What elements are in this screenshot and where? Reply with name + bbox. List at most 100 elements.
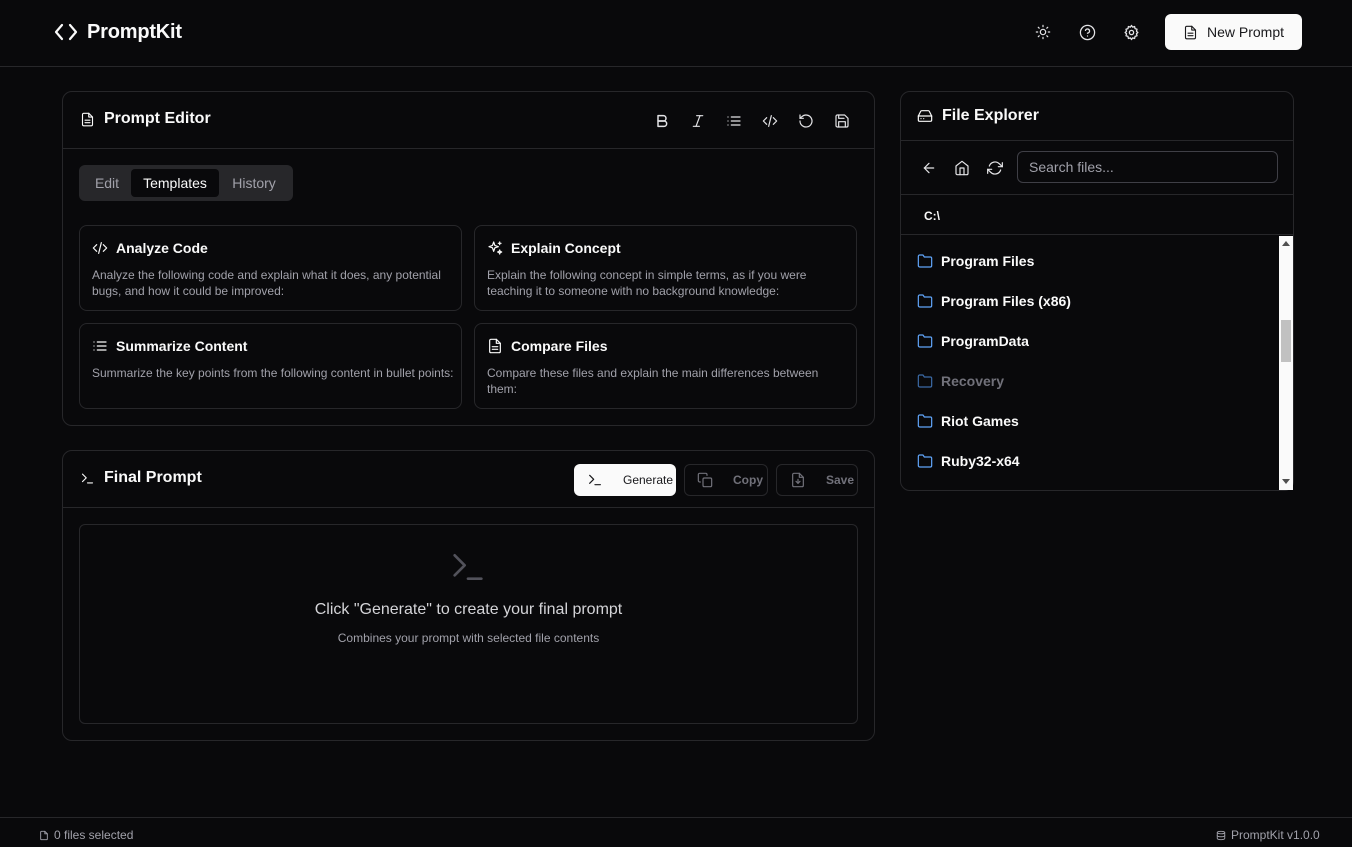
template-card-summarize-content[interactable]: Summarize Content Summarize the key poin…: [79, 323, 462, 409]
new-prompt-label: New Prompt: [1206, 24, 1285, 40]
final-prompt-title: Final Prompt: [80, 469, 202, 487]
generate-label: Generate: [623, 473, 674, 487]
scroll-down-arrow[interactable]: [1282, 479, 1290, 484]
folder-item[interactable]: Riot Games: [917, 409, 1019, 433]
template-title-text: Analyze Code: [116, 240, 208, 256]
template-card-analyze-code[interactable]: Analyze Code Analyze the following code …: [79, 225, 462, 311]
folder-name: Recovery: [941, 373, 1005, 389]
folder-name: Program Files: [941, 253, 1035, 269]
file-explorer-header: File Explorer: [901, 92, 1293, 141]
theme-toggle-button[interactable]: [1031, 20, 1055, 44]
folder-name: ProgramData: [941, 333, 1029, 349]
back-button[interactable]: [919, 158, 939, 178]
template-title: Compare Files: [487, 338, 607, 354]
file-explorer-title-text: File Explorer: [942, 107, 1039, 124]
empty-state-subtitle: Combines your prompt with selected file …: [337, 631, 600, 645]
generate-button[interactable]: Generate: [574, 464, 676, 496]
file-text-icon: [487, 338, 503, 354]
app-name: PromptKit: [87, 20, 182, 43]
file-icon: [39, 830, 49, 841]
folder-icon: [917, 253, 933, 269]
code-icon: [54, 20, 78, 44]
folder-name: Ruby32-x64: [941, 453, 1020, 469]
search-files-input[interactable]: [1017, 151, 1278, 183]
folder-item[interactable]: Recovery: [917, 369, 1004, 393]
template-title-text: Compare Files: [511, 338, 608, 354]
code-button[interactable]: [760, 111, 780, 131]
scroll-up-arrow[interactable]: [1282, 241, 1290, 246]
folder-item[interactable]: ProgramData: [917, 329, 1029, 353]
list-icon: [92, 338, 108, 354]
template-title-text: Summarize Content: [116, 338, 248, 354]
arrow-left-icon: [921, 160, 937, 176]
save-button[interactable]: [832, 111, 852, 131]
terminal-icon: [80, 471, 95, 486]
empty-state-title: Click "Generate" to create your final pr…: [314, 601, 623, 618]
prompt-editor-panel: Prompt Editor Edit Templates History Ana…: [62, 91, 875, 426]
final-prompt-header: Final Prompt Generate Copy Save: [63, 451, 874, 508]
refresh-button[interactable]: [985, 158, 1005, 178]
italic-icon: [690, 113, 706, 129]
code-icon: [92, 240, 108, 256]
tab-edit[interactable]: Edit: [83, 169, 131, 197]
undo-button[interactable]: [796, 111, 816, 131]
bold-button[interactable]: [652, 111, 672, 131]
folder-item[interactable]: Program Files (x86): [917, 289, 1071, 313]
top-bar: PromptKit New Prompt: [0, 0, 1352, 67]
copy-label: Copy: [733, 473, 763, 487]
final-prompt-panel: Final Prompt Generate Copy Save Click "G…: [62, 450, 875, 741]
folder-list-scrollbar[interactable]: [1279, 236, 1293, 490]
folder-item[interactable]: Ruby32-x64: [917, 449, 1020, 473]
template-description: Analyze the following code and explain w…: [92, 268, 441, 298]
final-prompt-output: Click "Generate" to create your final pr…: [79, 524, 858, 724]
explorer-toolbar: [901, 141, 1293, 195]
current-path: C:\: [924, 209, 940, 223]
file-text-icon: [1183, 25, 1198, 40]
folder-icon: [917, 293, 933, 309]
template-card-explain-concept[interactable]: Explain Concept Explain the following co…: [474, 225, 857, 311]
editor-tabs: Edit Templates History: [79, 165, 293, 201]
tab-history[interactable]: History: [219, 169, 289, 197]
home-icon: [954, 160, 970, 176]
template-description: Compare these files and explain the main…: [487, 366, 819, 396]
file-explorer-panel: File Explorer C:\ Program Files: [900, 91, 1294, 491]
terminal-icon: [587, 472, 603, 488]
version-text: PromptKit v1.0.0: [1231, 828, 1320, 842]
settings-button[interactable]: [1119, 20, 1143, 44]
new-prompt-button[interactable]: New Prompt: [1165, 14, 1302, 50]
file-download-icon: [790, 472, 806, 488]
template-title: Summarize Content: [92, 338, 247, 354]
code-icon: [762, 113, 778, 129]
tab-templates[interactable]: Templates: [131, 169, 219, 197]
sun-icon: [1035, 24, 1051, 40]
prompt-editor-header: Prompt Editor: [63, 92, 874, 149]
scrollbar-thumb[interactable]: [1281, 320, 1291, 362]
folder-item[interactable]: Program Files: [917, 249, 1034, 273]
save-prompt-button[interactable]: Save: [776, 464, 858, 496]
italic-button[interactable]: [688, 111, 708, 131]
help-button[interactable]: [1075, 20, 1099, 44]
home-button[interactable]: [952, 158, 972, 178]
save-icon: [834, 113, 850, 129]
folder-name: Riot Games: [941, 413, 1019, 429]
folder-name: Program Files (x86): [941, 293, 1071, 309]
brand[interactable]: PromptKit: [54, 20, 182, 44]
undo-icon: [798, 113, 814, 129]
version-status: PromptKit v1.0.0: [1216, 828, 1320, 842]
save-label: Save: [826, 473, 855, 487]
folder-list: Program Files Program Files (x86) Progra…: [901, 236, 1279, 490]
copy-icon: [697, 472, 713, 488]
refresh-icon: [987, 160, 1003, 176]
files-selected-status: 0 files selected: [39, 828, 133, 842]
gear-icon: [1123, 24, 1140, 41]
prompt-editor-title: Prompt Editor: [80, 110, 211, 128]
template-card-compare-files[interactable]: Compare Files Compare these files and ex…: [474, 323, 857, 409]
copy-button[interactable]: Copy: [684, 464, 768, 496]
bold-icon: [654, 113, 670, 129]
help-icon: [1079, 24, 1096, 41]
template-title: Analyze Code: [92, 240, 208, 256]
bullet-list-button[interactable]: [724, 111, 744, 131]
folder-icon: [917, 453, 933, 469]
files-selected-text: 0 files selected: [54, 828, 134, 842]
status-bar: 0 files selected PromptKit v1.0.0: [0, 817, 1352, 847]
